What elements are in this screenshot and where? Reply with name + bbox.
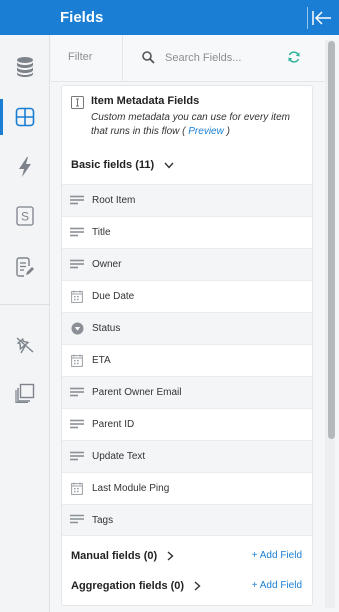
- aggregation-fields-label: Aggregation fields (0): [71, 580, 185, 592]
- search-icon: [142, 51, 155, 69]
- rail-fields[interactable]: [0, 97, 50, 137]
- field-row[interactable]: Status: [62, 312, 312, 344]
- dropdown-icon: [70, 322, 84, 336]
- grid-icon: [15, 107, 35, 127]
- collapse-panel-icon[interactable]: [309, 5, 335, 31]
- chevron-right-icon: [194, 581, 201, 591]
- calendar-icon: [70, 290, 84, 304]
- chevron-right-icon: [167, 551, 174, 561]
- basic-fields-toggle[interactable]: Basic fields (11): [71, 155, 174, 175]
- preview-link[interactable]: Preview: [188, 126, 224, 137]
- rail-unpin[interactable]: [0, 325, 50, 365]
- search-input[interactable]: [165, 49, 285, 67]
- copy-icon: [15, 383, 35, 403]
- text-lines-icon: [70, 194, 84, 208]
- field-row[interactable]: Title: [62, 216, 312, 248]
- field-name: Title: [92, 227, 111, 238]
- metadata-desc-end: ): [223, 126, 230, 137]
- lightning-icon: [19, 157, 31, 177]
- side-rail: S: [0, 35, 50, 612]
- metadata-description: Custom metadata you can use for every it…: [91, 111, 303, 139]
- panel-title: Fields: [60, 9, 104, 26]
- field-name: Status: [92, 323, 121, 334]
- field-name: Root Item: [92, 195, 136, 206]
- manual-fields-label: Manual fields (0): [71, 550, 158, 562]
- basic-fields-list: Root Item Title Owner Due Date Status ETA Pare…: [62, 184, 312, 536]
- field-row[interactable]: Root Item: [62, 184, 312, 216]
- field-row[interactable]: Owner: [62, 248, 312, 280]
- field-name: Parent Owner Email: [92, 387, 182, 398]
- field-row[interactable]: Last Module Ping: [62, 472, 312, 504]
- filter-label[interactable]: Filter: [68, 51, 92, 63]
- item-metadata-section: Item Metadata Fields Custom metadata you…: [62, 86, 312, 142]
- fields-panel: Filter Item Metadata Fields Custom me: [51, 35, 339, 612]
- field-name: Parent ID: [92, 419, 135, 430]
- edit-document-icon: [16, 257, 34, 277]
- field-name: ETA: [92, 355, 111, 366]
- field-name: Owner: [92, 259, 122, 270]
- rail-automations[interactable]: [0, 147, 50, 187]
- calendar-icon: [70, 482, 84, 496]
- chevron-down-icon: [164, 162, 174, 169]
- text-lines-icon: [70, 450, 84, 464]
- field-row[interactable]: Parent Owner Email: [62, 376, 312, 408]
- scrollbar-thumb[interactable]: [328, 41, 335, 439]
- refresh-icon[interactable]: [287, 50, 301, 69]
- svg-text:S: S: [21, 210, 29, 224]
- field-row[interactable]: ETA: [62, 344, 312, 376]
- metadata-title: Item Metadata Fields: [91, 95, 200, 107]
- calendar-icon: [70, 354, 84, 368]
- rail-divider: [0, 304, 50, 305]
- field-name: Tags: [92, 514, 114, 526]
- add-aggregation-field-button[interactable]: + Add Field: [252, 576, 302, 596]
- field-row[interactable]: Parent ID: [62, 408, 312, 440]
- search-bar: Filter: [51, 35, 327, 82]
- field-row[interactable]: Due Date: [62, 280, 312, 312]
- text-lines-icon: [70, 418, 84, 432]
- pin-off-icon: [16, 337, 34, 354]
- text-lines-icon: [70, 513, 84, 527]
- rail-duplicate[interactable]: [0, 373, 50, 413]
- header-divider: [307, 7, 308, 29]
- field-name: Due Date: [92, 291, 135, 302]
- field-row[interactable]: Tags: [62, 504, 312, 536]
- rail-snippets[interactable]: S: [0, 196, 50, 236]
- database-icon: [17, 57, 33, 77]
- manual-fields-toggle[interactable]: Manual fields (0): [71, 546, 174, 566]
- field-name: Update Text: [92, 451, 146, 462]
- fields-card: Item Metadata Fields Custom metadata you…: [61, 85, 313, 606]
- text-lines-icon: [70, 386, 84, 400]
- basic-fields-label: Basic fields (11): [71, 159, 155, 171]
- search-field-wrapper: [122, 35, 328, 81]
- s-box-icon: S: [16, 206, 34, 226]
- metadata-icon: [71, 96, 84, 114]
- text-lines-icon: [70, 258, 84, 272]
- add-manual-field-button[interactable]: + Add Field: [252, 546, 302, 566]
- rail-data-stores[interactable]: [0, 47, 50, 87]
- field-row[interactable]: Update Text: [62, 440, 312, 472]
- field-name: Last Module Ping: [92, 483, 170, 494]
- text-lines-icon: [70, 226, 84, 240]
- rail-notes[interactable]: [0, 247, 50, 287]
- panel-header: Fields: [0, 0, 339, 35]
- aggregation-fields-toggle[interactable]: Aggregation fields (0): [71, 576, 201, 596]
